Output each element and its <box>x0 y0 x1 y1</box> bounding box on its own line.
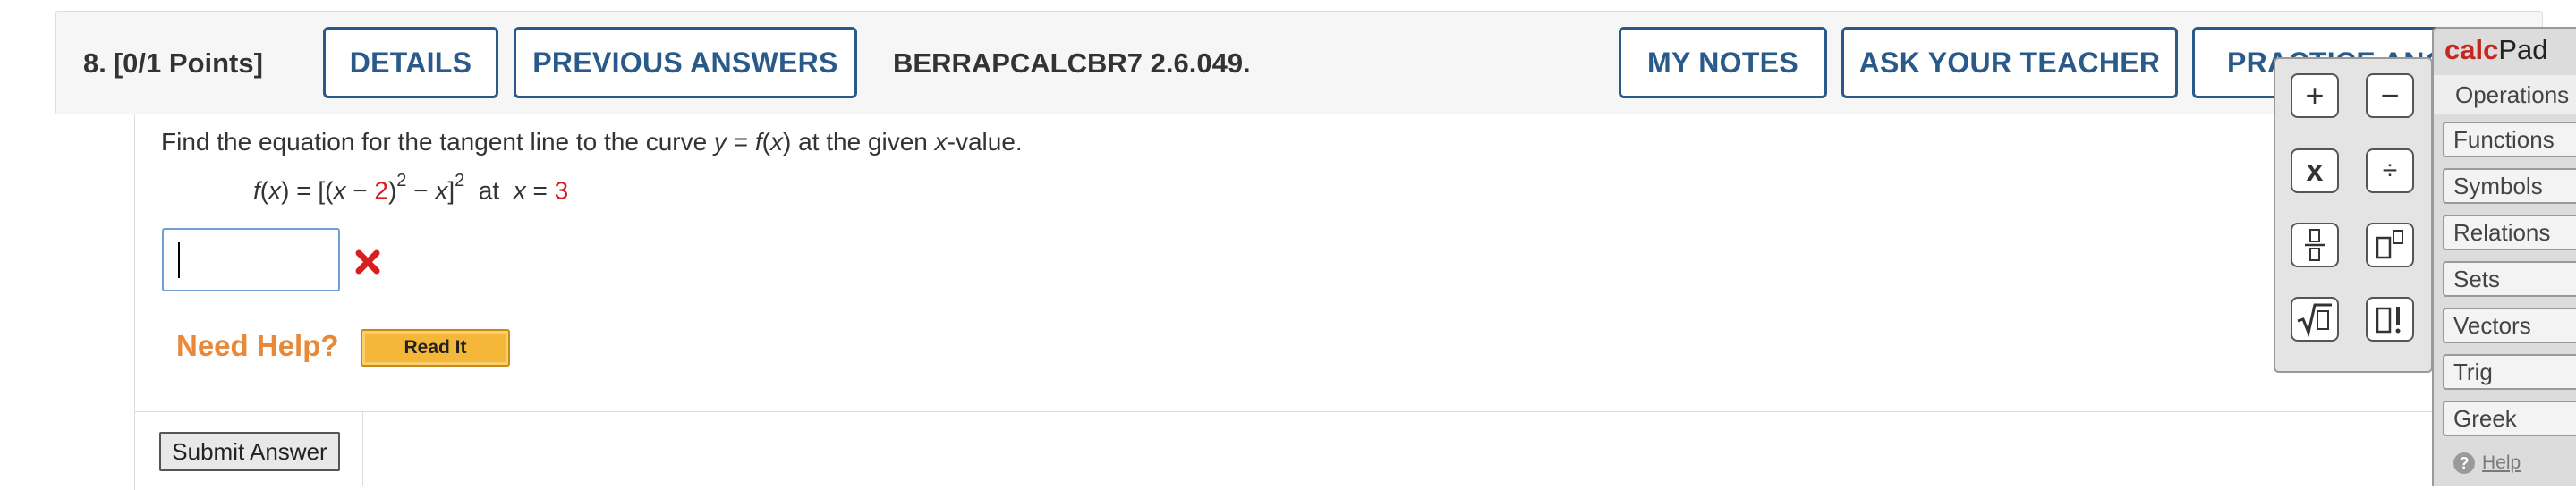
text-cursor <box>178 242 180 278</box>
minus-button[interactable]: − <box>2366 73 2414 118</box>
factorial-icon <box>2376 307 2401 334</box>
exponent-icon <box>2376 230 2403 259</box>
multiply-button[interactable]: x <box>2291 148 2339 193</box>
sqrt-button[interactable] <box>2291 297 2339 342</box>
question-body <box>134 114 2576 490</box>
plus-button[interactable]: + <box>2291 73 2339 118</box>
question-number: 8. [0/1 Points] <box>83 12 263 115</box>
read-it-button[interactable]: Read It <box>361 329 510 367</box>
calcpad-help-label: Help <box>2482 452 2521 473</box>
ask-your-teacher-button[interactable]: ASK YOUR TEACHER <box>1841 27 2178 98</box>
help-icon: ? <box>2453 452 2475 474</box>
details-button[interactable]: DETAILS <box>323 27 498 98</box>
factorial-button[interactable] <box>2366 297 2414 342</box>
fraction-button[interactable] <box>2291 223 2339 267</box>
submit-answer-button[interactable]: Submit Answer <box>159 432 340 471</box>
calcpad-tab-operations[interactable]: Operations <box>2434 75 2576 114</box>
calcpad-tab-greek[interactable]: Greek <box>2443 401 2576 436</box>
previous-answers-button[interactable]: PREVIOUS ANSWERS <box>514 27 857 98</box>
calcpad-help-link[interactable]: ? Help <box>2453 452 2521 474</box>
calcpad-sidebar: calcPad Operations Functions Symbols Rel… <box>2432 27 2576 486</box>
calcpad-tab-sets[interactable]: Sets <box>2443 261 2576 297</box>
calcpad-tab-functions[interactable]: Functions <box>2443 122 2576 157</box>
need-help-label: Need Help? <box>176 329 339 362</box>
divider-vertical <box>362 411 363 486</box>
function-formula: f(x) = [(x − 2)2 − x]2 at x = 3 <box>253 171 569 205</box>
exponent-button[interactable] <box>2366 223 2414 267</box>
answer-input[interactable] <box>162 228 340 291</box>
fraction-icon <box>2305 229 2325 261</box>
incorrect-x-icon <box>355 249 380 275</box>
divide-button[interactable]: ÷ <box>2366 148 2414 193</box>
question-code: BERRAPCALCBR7 2.6.049. <box>893 47 1251 79</box>
question-prompt: Find the equation for the tangent line t… <box>161 128 1023 156</box>
calcpad-logo: calcPad <box>2444 34 2548 65</box>
points-label: [0/1 Points] <box>113 47 263 79</box>
question-header: 8. [0/1 Points] DETAILS PREVIOUS ANSWERS … <box>55 11 2544 115</box>
sqrt-icon <box>2297 303 2332 337</box>
question-number-label: 8. <box>83 47 106 79</box>
calcpad-tab-symbols[interactable]: Symbols <box>2443 168 2576 204</box>
my-notes-button[interactable]: MY NOTES <box>1619 27 1827 98</box>
calcpad-tab-trig[interactable]: Trig <box>2443 354 2576 390</box>
calcpad-tab-relations[interactable]: Relations <box>2443 215 2576 250</box>
divider <box>134 411 2496 412</box>
calcpad-button-panel: + − x ÷ <box>2274 57 2433 373</box>
calcpad-tab-vectors[interactable]: Vectors <box>2443 308 2576 343</box>
